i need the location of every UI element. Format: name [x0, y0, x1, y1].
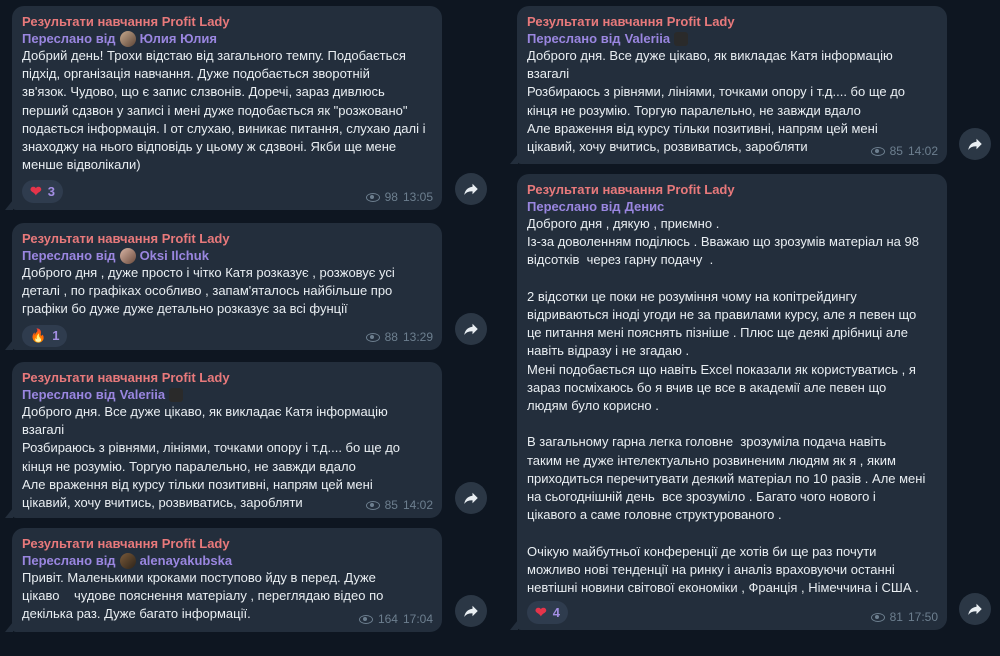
reaction-chip[interactable]: 🔥 1: [22, 324, 68, 347]
eye-icon: [870, 146, 885, 156]
share-icon: [968, 138, 982, 150]
view-count: 81: [889, 610, 903, 624]
forwarded-from[interactable]: Переслано від Valeriia: [527, 30, 937, 47]
reaction-chip[interactable]: ❤ 3: [22, 180, 63, 204]
message-text: Добрий день! Трохи відстаю від загальног…: [22, 48, 426, 173]
heart-icon: ❤: [535, 604, 547, 621]
message-meta: 85 14:02: [365, 498, 433, 512]
avatar: [119, 552, 136, 569]
message-bubble[interactable]: Результати навчання Profit Lady Переслан…: [510, 6, 947, 164]
reaction-count: 1: [52, 328, 60, 344]
message-meta: 164 17:04: [358, 612, 433, 626]
share-button[interactable]: [455, 313, 487, 345]
view-count: 85: [384, 498, 398, 512]
share-button[interactable]: [455, 482, 487, 514]
channel-name[interactable]: Результати навчання Profit Lady: [22, 231, 432, 247]
forwarded-author[interactable]: Valeriia: [120, 386, 166, 403]
share-button[interactable]: [455, 595, 487, 627]
reaction-chip[interactable]: ❤ 4: [527, 601, 568, 625]
forwarded-label: Переслано від: [527, 199, 621, 214]
forwarded-label: Переслано від: [22, 248, 116, 263]
forwarded-from[interactable]: Переслано від Денис: [527, 198, 937, 215]
channel-name[interactable]: Результати навчання Profit Lady: [22, 370, 432, 386]
forwarded-from[interactable]: Переслано від Valeriia: [22, 386, 432, 403]
forwarded-label: Переслано від: [22, 387, 116, 402]
forwarded-label: Переслано від: [22, 31, 116, 46]
message-text: Доброго дня. Все дуже цікаво, як виклада…: [527, 48, 906, 155]
eye-icon: [365, 332, 380, 342]
message-text: Доброго дня , дякую , приємно . Із-за до…: [527, 216, 926, 596]
share-icon: [464, 492, 478, 504]
reaction-count: 3: [47, 184, 55, 200]
dog-emoji-icon: [674, 31, 689, 46]
message-bubble[interactable]: Результати навчання Profit Lady Переслан…: [5, 362, 442, 518]
message-text: Доброго дня. Все дуже цікаво, як виклада…: [22, 404, 401, 511]
message-bubble[interactable]: Результати навчання Profit Lady Переслан…: [5, 6, 442, 210]
forwarded-from[interactable]: Переслано від Юлия Юлия: [22, 30, 432, 47]
forwarded-author[interactable]: Oksi Ilchuk: [140, 247, 209, 264]
view-count: 88: [384, 330, 398, 344]
avatar: [119, 30, 136, 47]
message-time: 17:04: [402, 612, 433, 626]
channel-name[interactable]: Результати навчання Profit Lady: [527, 182, 937, 198]
reaction-count: 4: [552, 605, 560, 621]
channel-name[interactable]: Результати навчання Profit Lady: [527, 14, 937, 30]
view-count: 164: [377, 612, 398, 626]
view-count: 85: [889, 144, 903, 158]
forwarded-author[interactable]: alenayakubska: [140, 552, 233, 569]
message-time: 13:29: [402, 330, 433, 344]
message-meta: 88 13:29: [365, 330, 433, 344]
message-time: 17:50: [907, 610, 938, 624]
forwarded-author[interactable]: Юлия Юлия: [140, 30, 217, 47]
message-text: Доброго дня , дуже просто і чітко Катя р…: [22, 265, 395, 317]
message-bubble[interactable]: Результати навчання Profit Lady Переслан…: [5, 223, 442, 350]
share-button[interactable]: [455, 173, 487, 205]
eye-icon: [358, 614, 373, 624]
share-icon: [464, 323, 478, 335]
message-meta: 98 13:05: [365, 190, 433, 204]
forwarded-author[interactable]: Денис: [625, 198, 665, 215]
message-meta: 85 14:02: [870, 144, 938, 158]
message-time: 13:05: [402, 190, 433, 204]
dog-emoji-icon: [169, 387, 184, 402]
message-bubble[interactable]: Результати навчання Profit Lady Переслан…: [510, 174, 947, 630]
share-icon: [464, 605, 478, 617]
forwarded-author[interactable]: Valeriia: [625, 30, 671, 47]
channel-name[interactable]: Результати навчання Profit Lady: [22, 14, 432, 30]
share-button[interactable]: [959, 593, 991, 625]
view-count: 98: [384, 190, 398, 204]
forwarded-from[interactable]: Переслано від Oksi Ilchuk: [22, 247, 432, 264]
eye-icon: [365, 192, 380, 202]
forwarded-from[interactable]: Переслано від alenayakubska: [22, 552, 432, 569]
eye-icon: [870, 612, 885, 622]
share-button[interactable]: [959, 128, 991, 160]
message-time: 14:02: [907, 144, 938, 158]
share-icon: [464, 183, 478, 195]
message-bubble[interactable]: Результати навчання Profit Lady Переслан…: [5, 528, 442, 632]
forwarded-label: Переслано від: [527, 31, 621, 46]
message-meta: 81 17:50: [870, 610, 938, 624]
channel-name[interactable]: Результати навчання Profit Lady: [22, 536, 432, 552]
share-icon: [968, 603, 982, 615]
message-time: 14:02: [402, 498, 433, 512]
heart-icon: ❤: [30, 183, 42, 200]
avatar: [119, 247, 136, 264]
forwarded-label: Переслано від: [22, 553, 116, 568]
fire-icon: 🔥: [30, 327, 47, 343]
eye-icon: [365, 500, 380, 510]
